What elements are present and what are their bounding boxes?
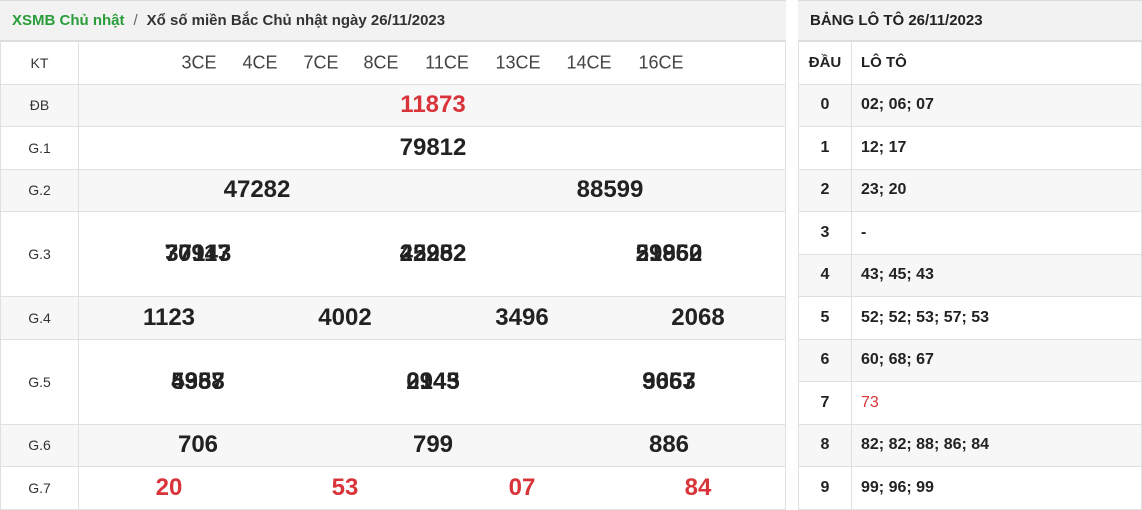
code: 13CE bbox=[495, 52, 541, 73]
prize-label: G.3 bbox=[0, 211, 79, 297]
code: 16CE bbox=[638, 52, 684, 73]
prize-row-g3: G.3 70943 22982 59952 37117 45252 21860 bbox=[0, 211, 786, 297]
loto-values: - bbox=[851, 211, 1142, 255]
prize-number: 706 bbox=[177, 431, 219, 459]
loto-row: 0 02; 06; 07 bbox=[798, 83, 1142, 127]
loto-head: 7 bbox=[798, 381, 852, 425]
prize-label: G.6 bbox=[0, 423, 79, 467]
prize-row-g1: G.1 79812 bbox=[0, 126, 786, 170]
prize-number: 886 bbox=[648, 431, 690, 459]
prize-number: 1123 bbox=[142, 303, 196, 331]
loto-head: 2 bbox=[798, 168, 852, 212]
prize-number: 11873 bbox=[400, 91, 466, 119]
loto-values: 82; 82; 88; 86; 84 bbox=[851, 423, 1142, 467]
loto-values: 52; 52; 53; 57; 53 bbox=[851, 296, 1142, 340]
loto-row: 8 82; 82; 88; 86; 84 bbox=[798, 423, 1142, 467]
prize-number: 88599 bbox=[576, 176, 644, 204]
prize-label: G.4 bbox=[0, 296, 79, 340]
codes-row: KT 3CE 4CE 7CE 8CE 11CE 13CE 14CE 16CE bbox=[0, 41, 786, 85]
loto-table: ĐẦU LÔ TÔ 0 02; 06; 07 1 12; 17 2 23; 20 3-… bbox=[798, 41, 1142, 510]
loto-row: 6 60; 68; 67 bbox=[798, 338, 1142, 382]
loto-row: 9 99; 96; 99 bbox=[798, 466, 1142, 510]
results-panel: XSMB Chủ nhật / Xổ số miền Bắc Chủ nhật … bbox=[0, 0, 786, 510]
kt-label: KT bbox=[0, 41, 79, 85]
loto-head: 8 bbox=[798, 423, 852, 467]
code: 8CE bbox=[363, 52, 399, 73]
prize-number: 45252 bbox=[399, 240, 467, 267]
prize-row-special: ĐB 11873 bbox=[0, 83, 786, 127]
prize-number: 3496 bbox=[495, 303, 549, 331]
loto-values: 43; 45; 43 bbox=[851, 253, 1142, 297]
loto-head: 4 bbox=[798, 253, 852, 297]
breadcrumb-separator: / bbox=[133, 12, 138, 29]
prize-number: 4002 bbox=[318, 303, 372, 331]
code: 11CE bbox=[425, 52, 469, 73]
loto-values: 23; 20 bbox=[851, 168, 1142, 212]
breadcrumb-link-xsmb-sunday[interactable]: XSMB Chủ nhật bbox=[12, 12, 125, 29]
prize-number: 84 bbox=[684, 473, 712, 501]
prize-number: 20 bbox=[155, 473, 183, 501]
code: 4CE bbox=[242, 52, 278, 73]
loto-values: 02; 06; 07 bbox=[851, 83, 1142, 127]
loto-column-label: LÔ TÔ bbox=[851, 41, 1142, 85]
loto-row: 3- bbox=[798, 211, 1142, 255]
loto-head: 5 bbox=[798, 296, 852, 340]
prize-row-g2: G.2 47282 88599 bbox=[0, 168, 786, 212]
loto-head: 0 bbox=[798, 83, 852, 127]
prize-number: 79812 bbox=[399, 133, 467, 161]
head-column-label: ĐẦU bbox=[798, 41, 852, 85]
prize-row-g4: G.4 1123 4002 3496 2068 bbox=[0, 296, 786, 340]
prize-label: G.2 bbox=[0, 168, 79, 212]
breadcrumb-current: Xổ số miền Bắc Chủ nhật ngày 26/11/2023 bbox=[146, 12, 446, 29]
loto-head: 1 bbox=[798, 126, 852, 170]
prize-label: ĐB bbox=[0, 83, 79, 127]
prize-number: 799 bbox=[412, 431, 454, 459]
prize-row-g7: G.7 20 53 07 84 bbox=[0, 466, 786, 510]
prize-number: 07 bbox=[508, 473, 536, 501]
loto-head: 6 bbox=[798, 338, 852, 382]
prize-number: 2068 bbox=[671, 303, 725, 331]
prize-label: G.1 bbox=[0, 126, 79, 170]
loto-row: 7 73 bbox=[798, 381, 1142, 425]
loto-row: 1 12; 17 bbox=[798, 126, 1142, 170]
prize-number: 9067 bbox=[642, 367, 696, 395]
loto-title: BẢNG LÔ TÔ 26/11/2023 bbox=[798, 0, 1142, 41]
prize-number: 5957 bbox=[171, 367, 225, 395]
code: 3CE bbox=[181, 52, 217, 73]
loto-values: 60; 68; 67 bbox=[851, 338, 1142, 382]
loto-values: 99; 96; 99 bbox=[851, 466, 1142, 510]
prize-label: G.7 bbox=[0, 466, 79, 510]
loto-row: 5 52; 52; 53; 57; 53 bbox=[798, 296, 1142, 340]
loto-row: 2 23; 20 bbox=[798, 168, 1142, 212]
prize-number: 47282 bbox=[223, 176, 291, 204]
prize-row-g5: G.5 4388 0945 3653 5957 2143 9067 bbox=[0, 338, 786, 425]
loto-panel: BẢNG LÔ TÔ 26/11/2023 ĐẦU LÔ TÔ 0 02; 06;… bbox=[798, 0, 1142, 510]
prize-label: G.5 bbox=[0, 338, 79, 425]
code: 14CE bbox=[566, 52, 612, 73]
loto-values: 73 bbox=[851, 381, 1142, 425]
loto-values: 12; 17 bbox=[851, 126, 1142, 170]
prize-number: 2143 bbox=[406, 367, 460, 395]
loto-row: 4 43; 45; 43 bbox=[798, 253, 1142, 297]
loto-head: 9 bbox=[798, 466, 852, 510]
loto-header-row: ĐẦU LÔ TÔ bbox=[798, 41, 1142, 85]
prize-row-g6: G.6 706 799 886 bbox=[0, 423, 786, 467]
code: 7CE bbox=[303, 52, 339, 73]
breadcrumb: XSMB Chủ nhật / Xổ số miền Bắc Chủ nhật … bbox=[0, 0, 786, 41]
prize-number: 21860 bbox=[635, 240, 703, 267]
prize-number: 37117 bbox=[165, 240, 231, 267]
loto-head: 3 bbox=[798, 211, 852, 255]
results-table: KT 3CE 4CE 7CE 8CE 11CE 13CE 14CE 16CE Đ… bbox=[0, 41, 786, 510]
prize-number: 53 bbox=[331, 473, 359, 501]
